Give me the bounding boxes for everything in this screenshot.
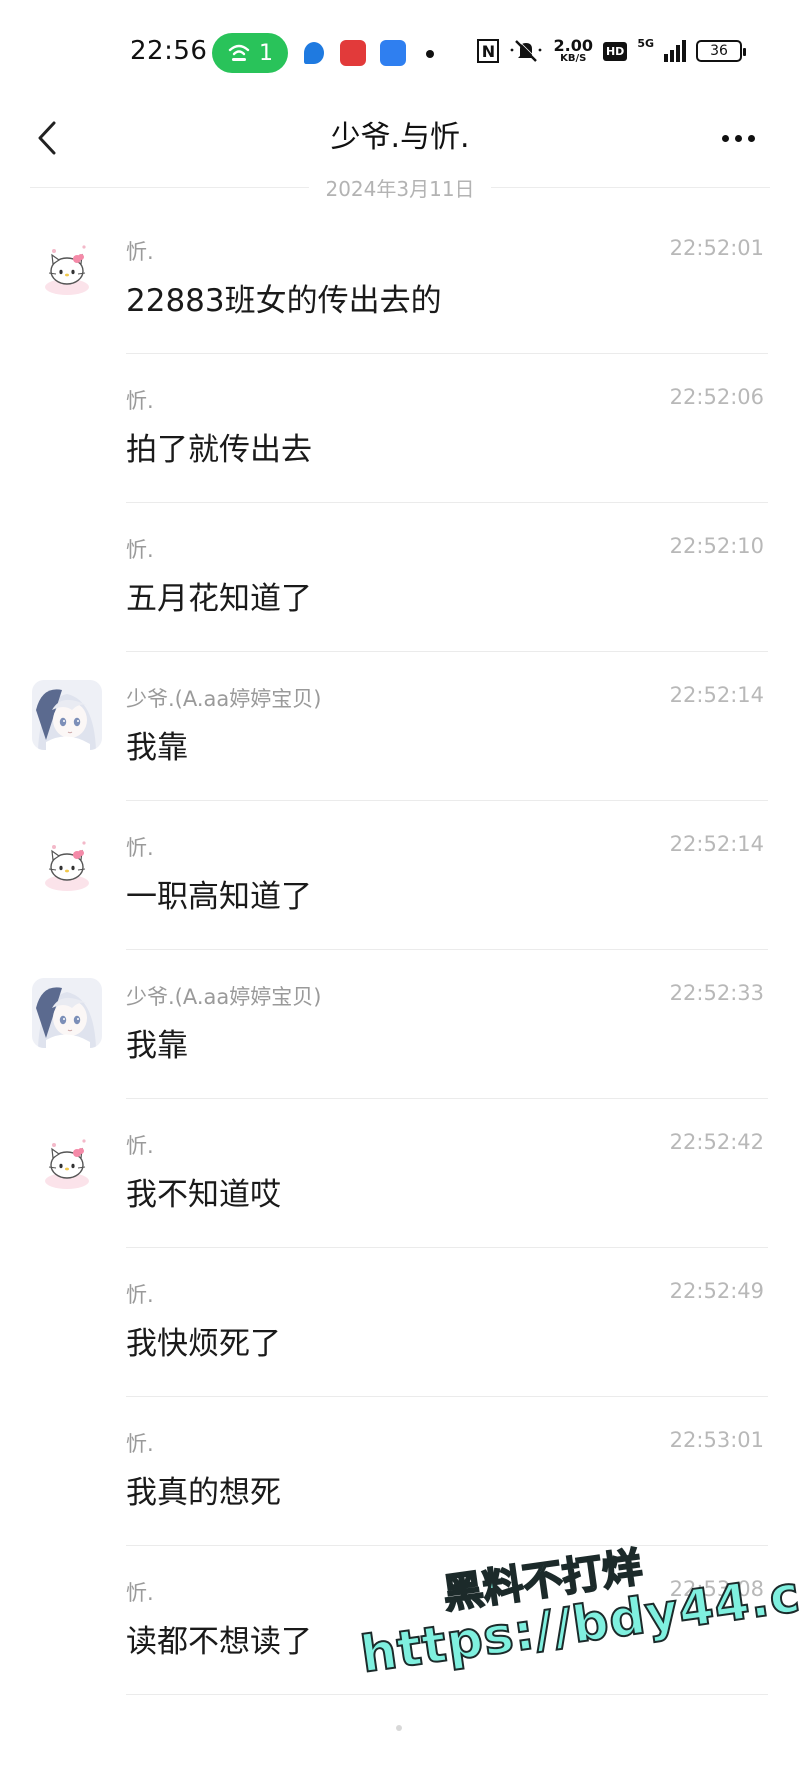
bell-muted-icon [511,39,542,62]
message-sender: 忻. [126,836,154,860]
message-row[interactable]: 忻. 22:52:49 我快烦死了 [0,1248,800,1397]
message-sender: 忻. [126,1581,154,1605]
message-text[interactable]: 22883班女的传出去的 [126,275,442,320]
message-time: 22:52:33 [669,981,764,1005]
date-separator: 2024年3月11日 [30,170,770,204]
message-time: 22:52:49 [669,1279,764,1303]
message-row[interactable]: 忻. 22:52:01 22883班女的传出去的 [0,205,800,354]
message-row[interactable]: 少爷.(A.aa婷婷宝贝) 22:52:14 我靠 [0,652,800,801]
avatar[interactable] [32,1127,102,1197]
message-time: 22:52:42 [669,1130,764,1154]
hotspot-count: 1 [259,40,273,66]
avatar-placeholder [32,382,102,452]
status-bar: 22:56 1 N 2.00 KB/S HD 5G 36 [0,0,800,100]
message-time: 22:53:01 [669,1428,764,1452]
message-sender: 忻. [126,538,154,562]
message-row[interactable]: 少爷.(A.aa婷婷宝贝) 22:52:33 我靠 [0,950,800,1099]
message-sender: 忻. [126,1283,154,1307]
message-text[interactable]: 一职高知道了 [126,871,312,916]
app-notification-icon [340,40,366,66]
message-text[interactable]: 我快烦死了 [126,1318,281,1363]
message-sender: 少爷.(A.aa婷婷宝贝) [126,687,322,711]
network-type: 5G [637,36,654,50]
message-row[interactable]: 忻. 22:52:10 五月花知道了 [0,503,800,652]
message-text[interactable]: 我真的想死 [126,1467,281,1512]
nfc-icon: N [477,39,500,63]
anime-girl-avatar-icon [32,978,102,1048]
avatar[interactable] [32,978,102,1048]
avatar[interactable] [32,680,102,750]
message-time: 22:52:14 [669,832,764,856]
app-notification-icon [380,40,406,66]
anime-girl-avatar-icon [32,680,102,750]
message-sender: 忻. [126,1432,154,1456]
hotspot-icon [228,44,250,61]
signal-icon [664,40,686,62]
hello-kitty-avatar-icon [32,233,102,303]
chat-header: 少爷.与忻. [0,100,800,176]
message-row[interactable]: 忻. 22:53:01 我真的想死 [0,1397,800,1546]
more-options-button[interactable] [708,100,768,176]
message-sender: 少爷.(A.aa婷婷宝贝) [126,985,322,1009]
scroll-indicator [396,1725,402,1731]
more-dots-icon [721,134,729,142]
app-notification-icon [304,42,324,64]
message-row[interactable]: 忻. 22:52:42 我不知道哎 [0,1099,800,1248]
hd-voice-badge: HD [602,41,628,61]
date-label: 2024年3月11日 [325,176,475,201]
message-text[interactable]: 读都不想读了 [126,1616,312,1661]
more-notifications-dot [426,50,434,58]
message-text[interactable]: 拍了就传出去 [126,424,312,469]
message-row[interactable]: 忻. 22:52:14 一职高知道了 [0,801,800,950]
message-sender: 忻. [126,240,154,264]
avatar-placeholder [32,1574,102,1644]
message-time: 22:52:14 [669,683,764,707]
message-sender: 忻. [126,1134,154,1158]
status-indicators: N 2.00 KB/S HD 5G 36 [477,34,746,68]
message-time: 22:52:01 [669,236,764,260]
status-time: 22:56 [130,36,208,66]
network-speed: 2.00 KB/S [553,36,593,64]
avatar[interactable] [32,233,102,303]
page-title: 少爷.与忻. [330,120,470,155]
avatar-placeholder [32,1276,102,1346]
battery-icon: 36 [696,40,746,62]
hello-kitty-avatar-icon [32,829,102,899]
chevron-left-icon [38,121,56,155]
message-text[interactable]: 我靠 [126,722,188,767]
message-list[interactable]: 忻. 22:52:01 22883班女的传出去的 忻. 22:52:06 拍了就… [0,205,800,1695]
message-text[interactable]: 我不知道哎 [126,1169,281,1214]
back-button[interactable] [22,100,72,176]
battery-level: 36 [710,43,728,59]
avatar[interactable] [32,829,102,899]
avatar-placeholder [32,1425,102,1495]
message-sender: 忻. [126,389,154,413]
message-text[interactable]: 我靠 [126,1020,188,1065]
hotspot-pill[interactable]: 1 [212,33,288,73]
message-text[interactable]: 五月花知道了 [126,573,312,618]
message-time: 22:52:10 [669,534,764,558]
message-row[interactable]: 忻. 22:52:06 拍了就传出去 [0,354,800,503]
avatar-placeholder [32,531,102,601]
hello-kitty-avatar-icon [32,1127,102,1197]
message-time: 22:52:06 [669,385,764,409]
